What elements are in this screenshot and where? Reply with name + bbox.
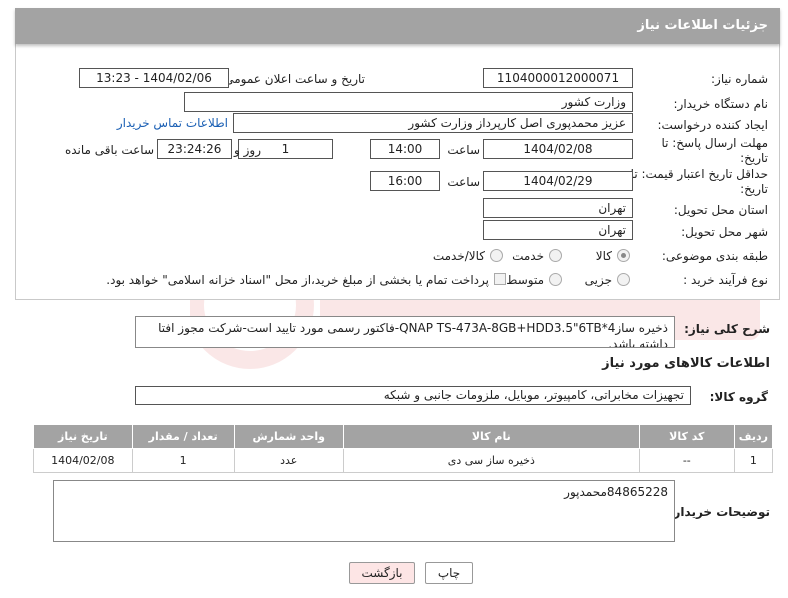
need-number-label: شماره نیاز: — [711, 72, 768, 86]
days-label: روز و — [234, 143, 261, 157]
process-option-medium: متوسط — [506, 273, 544, 287]
description-label: شرح کلی نیاز: — [684, 322, 770, 336]
buyer-org-field[interactable]: وزارت کشور — [184, 92, 633, 112]
goods-table-header: ردیف کد کالا نام کالا واحد شمارش تعداد /… — [33, 424, 774, 449]
cell-row: 1 — [733, 448, 774, 473]
province-field[interactable]: تهران — [483, 198, 633, 218]
goods-group-label: گروه کالا: — [709, 390, 768, 404]
print-button[interactable]: چاپ — [425, 562, 473, 584]
process-radio-medium[interactable] — [549, 273, 562, 286]
price-time-field[interactable]: 16:00 — [370, 171, 440, 191]
col-row: ردیف — [733, 424, 774, 449]
buyer-contact-link[interactable]: اطلاعات تماس خریدار — [117, 116, 228, 130]
creator-field[interactable]: عزیز محمدپوری اصل کارپرداز وزارت کشور — [233, 113, 633, 133]
reply-deadline-label: مهلت ارسال پاسخ: تا تاریخ: — [661, 136, 768, 165]
price-date-field[interactable]: 1404/02/29 — [483, 171, 633, 191]
process-radio-minor[interactable] — [617, 273, 630, 286]
col-quantity: تعداد / مقدار — [131, 424, 235, 449]
reply-time-label: ساعت — [447, 143, 480, 157]
cell-name: ذخیره ساز سی دی — [342, 448, 640, 473]
goods-table: ردیف کد کالا نام کالا واحد شمارش تعداد /… — [33, 424, 774, 473]
payment-note: پرداخت تمام یا بخشی از مبلغ خرید،از محل … — [106, 273, 489, 287]
buyer-org-label: نام دستگاه خریدار: — [673, 97, 769, 111]
province-label: استان محل تحویل: — [673, 203, 768, 217]
cell-quantity: 1 — [131, 448, 235, 473]
process-option-minor: جزیی — [584, 273, 612, 287]
price-time-label: ساعت — [447, 175, 480, 189]
col-unit: واحد شمارش — [233, 424, 344, 449]
treasury-checkbox[interactable] — [494, 273, 506, 285]
buyer-notes-text[interactable]: 84865228محمدپور — [53, 480, 675, 542]
city-field[interactable]: تهران — [483, 220, 633, 240]
category-option-goods-service: کالا/خدمت — [432, 249, 485, 263]
remaining-label: ساعت باقی مانده — [64, 143, 154, 157]
panel-title: جزئیات اطلاعات نیاز — [15, 8, 780, 44]
category-option-goods: کالا — [595, 249, 612, 263]
category-radio-service[interactable] — [549, 249, 562, 262]
cell-code: -- — [638, 448, 735, 473]
announce-label: تاریخ و ساعت اعلان عمومی: — [220, 72, 365, 86]
col-code: کد کالا — [638, 424, 735, 449]
cell-date: 1404/02/08 — [33, 448, 133, 473]
goods-section-title: اطلاعات کالاهای مورد نیاز — [602, 356, 770, 371]
col-date: تاریخ نیاز — [33, 424, 133, 449]
table-row[interactable]: 1 -- ذخیره ساز سی دی عدد 1 1404/02/08 — [33, 448, 774, 473]
category-radio-goods[interactable] — [617, 249, 630, 262]
price-validity-label: حداقل تاریخ اعتبار قیمت: تا تاریخ: — [630, 167, 768, 196]
back-button[interactable]: بازگشت — [349, 562, 415, 584]
remaining-time-field[interactable]: 23:24:26 — [157, 139, 232, 159]
buyer-notes-label: توضیحات خریدار: — [668, 505, 770, 519]
reply-date-field[interactable]: 1404/02/08 — [483, 139, 633, 159]
process-label: نوع فرآیند خرید : — [683, 273, 768, 287]
announce-datetime-field[interactable]: 1404/02/06 - 13:23 — [79, 68, 229, 88]
category-radio-goods-service[interactable] — [490, 249, 503, 262]
cell-unit: عدد — [233, 448, 344, 473]
category-label: طبقه بندی موضوعی: — [661, 249, 768, 263]
category-option-service: خدمت — [512, 249, 544, 263]
description-text[interactable]: ذخیره سازQNAP TS-473A-8GB+HDD3.5"6TB*4-ف… — [135, 316, 675, 348]
reply-time-field[interactable]: 14:00 — [370, 139, 440, 159]
need-number-field[interactable]: 1104000012000071 — [483, 68, 633, 88]
city-label: شهر محل تحویل: — [681, 225, 768, 239]
creator-label: ایجاد کننده درخواست: — [657, 118, 768, 132]
goods-group-field[interactable]: تجهیزات مخابراتی، کامپیوتر، موبایل، ملزو… — [135, 386, 691, 405]
col-name: نام کالا — [342, 424, 640, 449]
